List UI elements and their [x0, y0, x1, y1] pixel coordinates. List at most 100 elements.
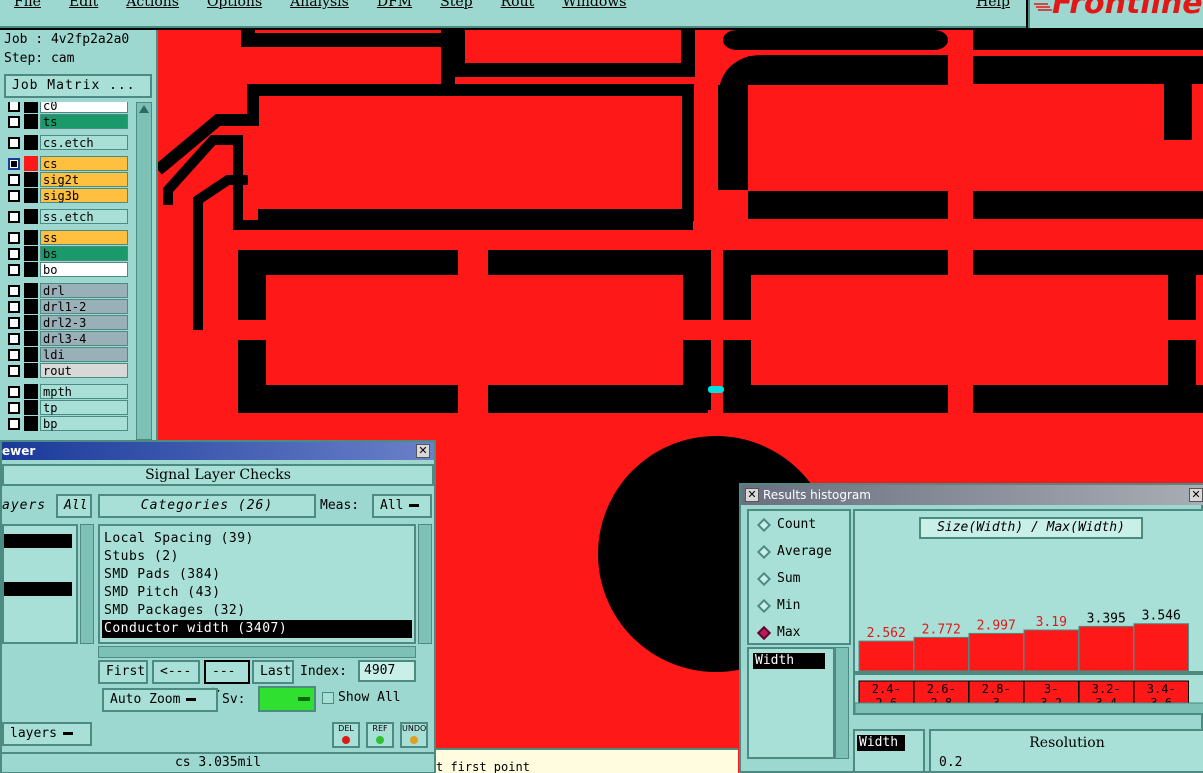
undo-button[interactable]: UNDO: [400, 722, 428, 748]
category-item[interactable]: Local Spacing (39): [102, 530, 412, 548]
layer-checkbox[interactable]: [8, 402, 20, 414]
close-icon[interactable]: ✕: [1189, 488, 1203, 502]
layer-checkbox[interactable]: [8, 386, 20, 398]
layer-row-ss[interactable]: ss: [4, 230, 128, 245]
layer-row-bo[interactable]: bo: [4, 262, 128, 277]
histogram-bar[interactable]: [1078, 625, 1134, 672]
layer-row-ldi[interactable]: ldi: [4, 347, 128, 362]
sv-color-select[interactable]: [258, 686, 316, 712]
category-list[interactable]: Local Spacing (39) Stubs (2) SMD Pads (3…: [98, 524, 416, 644]
layer-row-bs[interactable]: bs: [4, 246, 128, 261]
radio-icon[interactable]: [756, 598, 772, 614]
category-scrollbar[interactable]: [418, 524, 432, 644]
category-hscrollbar[interactable]: [98, 646, 416, 658]
layer-row-ss-etch[interactable]: ss.etch: [4, 209, 128, 224]
menu-options[interactable]: Options: [207, 0, 262, 10]
layer-checkbox[interactable]: [8, 102, 20, 112]
layer-checkbox[interactable]: [8, 365, 20, 377]
menu-analysis[interactable]: Analysis: [290, 0, 349, 10]
layer-checkbox[interactable]: [8, 174, 20, 186]
menu-help[interactable]: Help: [976, 0, 1010, 10]
category-item[interactable]: SMD Packages (32): [102, 602, 412, 620]
layer-checkbox[interactable]: [8, 190, 20, 202]
next-button[interactable]: --->: [204, 660, 250, 699]
layer-row-rout[interactable]: rout: [4, 363, 128, 378]
menu-dfm[interactable]: DFM: [377, 0, 412, 10]
layer-checkbox[interactable]: [8, 248, 20, 260]
category-item[interactable]: SMD Pads (384): [102, 566, 412, 584]
radio-icon[interactable]: [756, 571, 772, 587]
radio-selected-icon[interactable]: [756, 625, 772, 641]
category-item[interactable]: Stubs (2): [102, 548, 412, 566]
show-all-checkbox[interactable]: [322, 692, 334, 704]
histogram-bar[interactable]: [1133, 623, 1189, 672]
menu-actions[interactable]: Actions: [126, 0, 179, 10]
scroll-up-icon[interactable]: [139, 105, 149, 113]
job-matrix-button[interactable]: Job Matrix ...: [4, 74, 152, 98]
meas-select[interactable]: All: [372, 494, 432, 518]
layer-row-bp[interactable]: bp: [4, 416, 128, 431]
list-item[interactable]: [4, 534, 72, 548]
prev-button[interactable]: <---: [152, 660, 200, 684]
histogram-bar[interactable]: [913, 636, 969, 672]
layer-row-drl1-2[interactable]: drl1-2: [4, 299, 128, 314]
delete-button[interactable]: DEL: [332, 722, 360, 748]
resolution-value[interactable]: 0.2: [939, 755, 962, 770]
layer-checkbox[interactable]: [8, 349, 20, 361]
menu-step[interactable]: Step: [440, 0, 472, 10]
all-layers-button[interactable]: All: [56, 494, 92, 518]
list-item[interactable]: [4, 582, 72, 596]
layer-row-cs[interactable]: cs: [4, 156, 128, 171]
layers-button[interactable]: layers: [2, 722, 92, 746]
layer-row-drl2-3[interactable]: drl2-3: [4, 315, 128, 330]
layers-list[interactable]: [2, 524, 78, 644]
viewer-title-bar[interactable]: ewer: [2, 442, 434, 460]
layer-checkbox[interactable]: [8, 232, 20, 244]
field-list[interactable]: Width: [747, 647, 835, 759]
menu-windows[interactable]: Windows: [562, 0, 626, 10]
layer-row-mpth[interactable]: mpth: [4, 384, 128, 399]
layer-checkbox[interactable]: [8, 211, 20, 223]
categories-button[interactable]: Categories (26): [98, 494, 316, 518]
first-button[interactable]: First: [98, 660, 148, 684]
histogram-bar[interactable]: [1023, 629, 1079, 672]
menu-edit[interactable]: Edit: [69, 0, 98, 10]
field-list-scrollbar[interactable]: [835, 647, 849, 759]
index-input[interactable]: 4907: [358, 660, 416, 682]
layer-row-sig3b[interactable]: sig3b: [4, 188, 128, 203]
layer-checkbox[interactable]: [8, 285, 20, 297]
layer-row-cs-etch[interactable]: cs.etch: [4, 135, 128, 150]
layer-checkbox[interactable]: [8, 301, 20, 313]
layer-row-sig2t[interactable]: sig2t: [4, 172, 128, 187]
layer-checkbox[interactable]: [8, 264, 20, 276]
field-item-selected[interactable]: Width: [753, 653, 825, 669]
menu-file[interactable]: File: [14, 0, 41, 10]
auto-zoom-select[interactable]: Auto Zoom: [102, 688, 218, 712]
layer-checkbox[interactable]: [8, 418, 20, 430]
category-item[interactable]: SMD Pitch (43): [102, 584, 412, 602]
histogram-hscrollbar[interactable]: [855, 702, 1203, 715]
layer-checkbox[interactable]: [8, 137, 20, 149]
layer-checkbox[interactable]: [8, 333, 20, 345]
histogram-bar[interactable]: [858, 640, 914, 672]
histogram-bar[interactable]: [968, 632, 1024, 672]
histogram-title-bar[interactable]: Results histogram: [741, 485, 1203, 505]
x-field-item-selected[interactable]: Width: [857, 735, 905, 751]
menu-rout[interactable]: Rout: [501, 0, 535, 10]
layer-checkbox[interactable]: [8, 317, 20, 329]
layers-scrollbar[interactable]: [80, 524, 94, 644]
x-field-list[interactable]: Width: [853, 729, 925, 773]
layer-row-tp[interactable]: tp: [4, 400, 128, 415]
category-item-selected[interactable]: Conductor width (3407): [102, 620, 412, 638]
layer-row-ts[interactable]: ts: [4, 114, 128, 129]
layer-checkbox[interactable]: [8, 158, 20, 170]
window-menu-icon[interactable]: ✕: [745, 488, 759, 502]
last-button[interactable]: Last: [252, 660, 294, 684]
layer-checkbox[interactable]: [8, 116, 20, 128]
close-icon[interactable]: ✕: [416, 444, 430, 458]
layer-row-c0[interactable]: c0: [4, 102, 128, 113]
refresh-button[interactable]: REF: [366, 722, 394, 748]
layer-row-drl[interactable]: drl: [4, 283, 128, 298]
radio-icon[interactable]: [756, 517, 772, 533]
layer-row-drl3-4[interactable]: drl3-4: [4, 331, 128, 346]
